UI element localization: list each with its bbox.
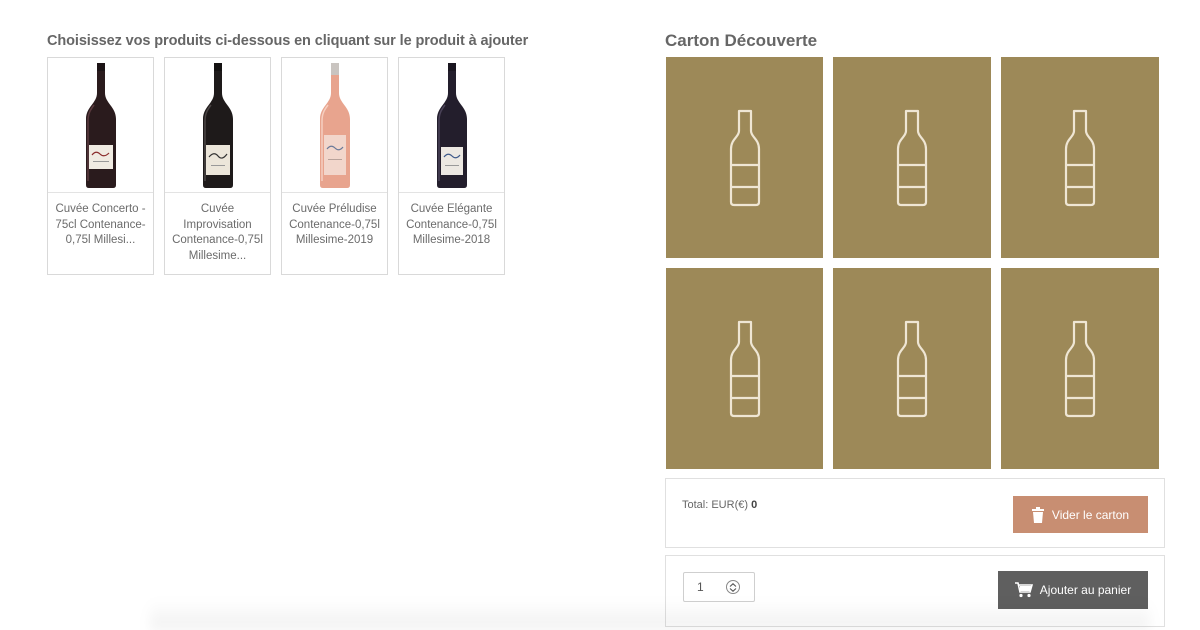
total-label: Total: EUR(€) [682, 499, 749, 511]
total-value: 0 [751, 499, 758, 511]
box-slot[interactable] [666, 57, 823, 258]
empty-box-button[interactable]: Vider le carton [1013, 496, 1148, 533]
wine-bottle-image [85, 63, 116, 188]
product-image [48, 58, 153, 193]
wine-bottle-icon [896, 320, 928, 417]
box-slots-grid [666, 57, 1159, 469]
box-slot[interactable] [666, 268, 823, 469]
wine-bottle-icon [896, 109, 928, 206]
empty-box-label: Vider le carton [1051, 507, 1130, 522]
trash-icon [1031, 506, 1044, 523]
wine-bottle-image [202, 63, 233, 188]
product-card-improvisation[interactable]: Cuvée Improvisation Contenance-0,75l Mil… [164, 57, 271, 275]
product-card-concerto[interactable]: Cuvée Concerto - 75cl Contenance-0,75l M… [47, 57, 154, 275]
quantity-field[interactable]: 1 [683, 572, 755, 602]
product-name: Cuvée Préludise Contenance-0,75l Millesi… [289, 203, 380, 246]
box-slot[interactable] [1001, 268, 1159, 469]
box-slot[interactable] [833, 57, 991, 258]
product-card-elegante[interactable]: Cuvée Elégante Contenance-0,75l Millesim… [398, 57, 505, 275]
wine-bottle-icon [729, 109, 760, 206]
wine-bottle-icon [1064, 109, 1096, 206]
box-slot[interactable] [1001, 57, 1159, 258]
box-summary-panel: Total: EUR(€) 0 Vider le carton [665, 478, 1165, 548]
box-slot[interactable] [833, 268, 991, 469]
product-name: Cuvée Concerto - 75cl Contenance-0,75l M… [55, 203, 146, 246]
box-total: Total: EUR(€) 0 [682, 499, 757, 511]
wine-bottle-icon [729, 320, 760, 417]
add-to-cart-button[interactable]: Ajouter au panier [998, 571, 1148, 609]
box-title: Carton Découverte [665, 31, 818, 50]
product-selector-title: Choisissez vos produits ci-dessous en cl… [47, 33, 529, 49]
quantity-value: 1 [697, 580, 704, 594]
wine-bottle-image [319, 63, 350, 188]
product-name: Cuvée Improvisation Contenance-0,75l Mil… [172, 203, 263, 262]
up-down-arrows-icon [729, 582, 737, 592]
add-to-cart-panel: 1 Ajouter au panier [665, 555, 1165, 627]
wine-bottle-image [436, 63, 467, 188]
product-image [399, 58, 504, 193]
quantity-stepper[interactable] [726, 580, 740, 594]
product-image [282, 58, 387, 193]
cart-icon [1014, 582, 1033, 598]
product-image [165, 58, 270, 193]
product-list: Cuvée Concerto - 75cl Contenance-0,75l M… [47, 57, 505, 275]
add-to-cart-label: Ajouter au panier [1039, 583, 1132, 597]
wine-bottle-icon [1064, 320, 1096, 417]
product-name: Cuvée Elégante Contenance-0,75l Millesim… [406, 203, 497, 246]
product-card-preludise[interactable]: Cuvée Préludise Contenance-0,75l Millesi… [281, 57, 388, 275]
